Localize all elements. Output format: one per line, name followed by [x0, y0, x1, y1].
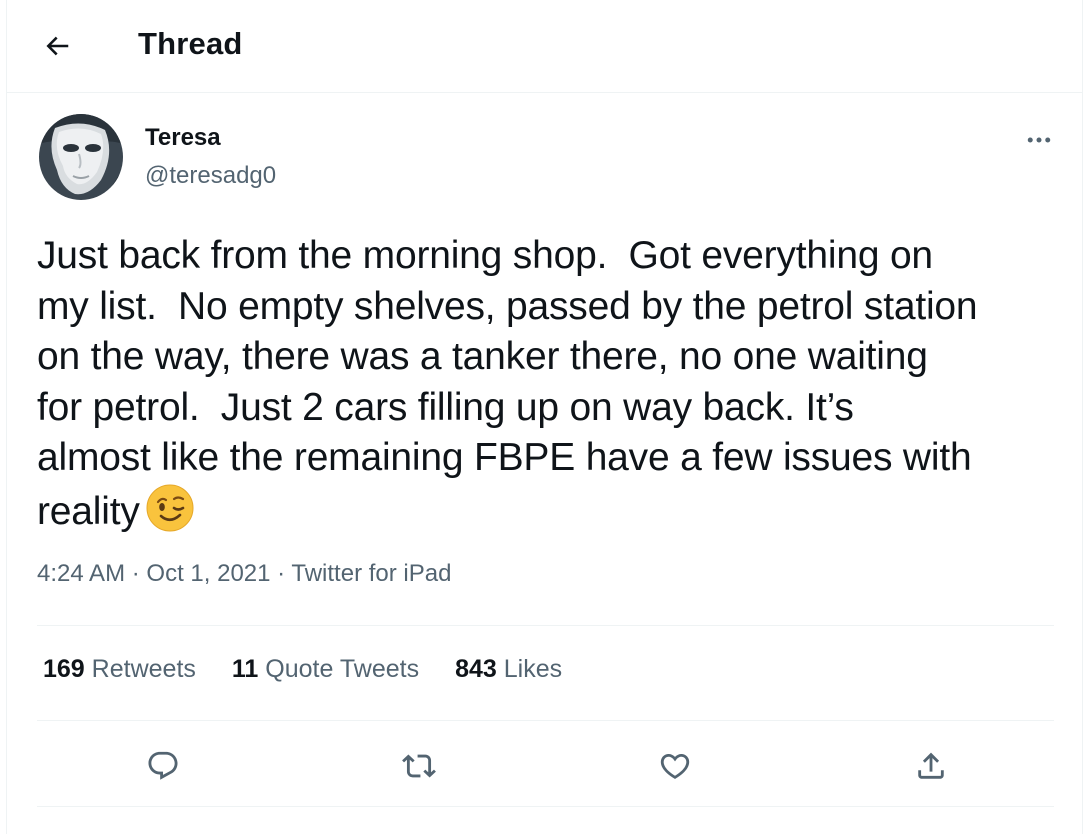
retweet-button[interactable] [395, 742, 443, 790]
meta-separator: · [277, 560, 286, 587]
tweet-meta: 4:24 AM · Oct 1, 2021 · Twitter for iPad [37, 560, 451, 588]
retweets-stat[interactable]: 169 Retweets [43, 655, 196, 684]
like-button[interactable] [651, 742, 699, 790]
share-icon [918, 752, 944, 779]
meta-separator: · [131, 560, 140, 587]
avatar[interactable] [39, 114, 123, 200]
reply-icon [148, 751, 178, 780]
likes-stat[interactable]: 843 Likes [455, 655, 562, 684]
author-name[interactable]: Teresa [145, 124, 221, 152]
quotes-count: 11 [231, 655, 259, 683]
more-icon [1027, 137, 1051, 143]
like-icon [660, 753, 690, 779]
tweet-stats: 169 Retweets 11 Quote Tweets 843 Likes [43, 655, 598, 684]
tweet-date[interactable]: Oct 1, 2021 [146, 560, 270, 587]
retweet-icon [402, 754, 436, 778]
share-button[interactable] [907, 742, 955, 790]
arrow-left-icon [46, 36, 69, 56]
tweet-body: Just back from the morning shop. Got eve… [37, 231, 1067, 545]
back-button[interactable] [33, 22, 81, 70]
quote-tweets-stat[interactable]: 11 Quote Tweets [232, 655, 419, 684]
page-title: Thread [138, 26, 243, 61]
tweet-detail-panel: Thread Teresa @teresadg0 Just back from … [6, 0, 1083, 834]
likes-count: 843 [455, 655, 497, 683]
tweet-time[interactable]: 4:24 AM [37, 560, 125, 587]
retweets-count: 169 [43, 655, 85, 683]
author-handle[interactable]: @teresadg0 [145, 162, 276, 190]
mask-avatar-image [39, 114, 123, 200]
tweet-source[interactable]: Twitter for iPad [291, 560, 451, 587]
divider [37, 806, 1054, 807]
divider [37, 625, 1054, 626]
reply-button[interactable] [139, 742, 187, 790]
likes-label: Likes [503, 655, 563, 683]
winking-face-emoji [146, 484, 194, 546]
quotes-label: Quote Tweets [265, 655, 420, 683]
divider [37, 720, 1054, 721]
retweets-label: Retweets [91, 655, 196, 683]
more-options-button[interactable] [1017, 118, 1061, 162]
thread-header: Thread [7, 0, 1082, 93]
